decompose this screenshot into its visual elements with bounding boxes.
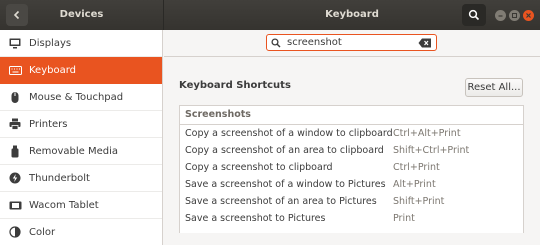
keyboard-icon [8,63,22,77]
sidebar-item-keyboard[interactable]: Keyboard [0,57,162,84]
sidebar-item-label: Wacom Tablet [29,199,99,211]
sidebar-item-mouse-touchpad[interactable]: Mouse & Touchpad [0,84,162,111]
sidebar-item-label: Removable Media [29,145,119,157]
thunderbolt-icon [8,171,22,185]
shortcut-row[interactable]: Copy a screenshot of an area to clipboar… [180,143,523,160]
mouse-icon [8,90,22,104]
sidebar-item-label: Mouse & Touchpad [29,91,124,103]
usb-drive-icon [8,144,22,158]
search-icon [271,37,285,48]
printer-icon [8,117,22,131]
shortcut-row[interactable]: Copy a screenshot to clipboard Ctrl+Prin… [180,160,523,177]
shortcuts-list: Screenshots Copy a screenshot of a windo… [179,105,524,233]
group-header-label: Screenshots [185,109,251,120]
shortcut-accelerator: Print [393,213,415,224]
search-input[interactable]: screenshot [266,34,437,51]
sidebar-item-label: Printers [29,118,68,130]
shortcut-accelerator: Shift+Ctrl+Print [393,145,470,156]
sidebar-item-displays[interactable]: Displays [0,30,162,57]
sidebar-item-label: Color [29,226,56,238]
shortcut-accelerator: Shift+Print [393,196,445,207]
sidebar-title: Devices [59,9,104,20]
sidebar-item-label: Keyboard [29,64,77,76]
section-title: Keyboard Shortcuts [179,80,291,91]
shortcut-action: Copy a screenshot of an area to clipboar… [185,145,384,156]
sidebar-item-thunderbolt[interactable]: Thunderbolt [0,165,162,192]
search-value: screenshot [287,37,342,48]
header-bar: Devices Keyboard [0,0,540,30]
display-icon [8,36,22,50]
sidebar-item-removable-media[interactable]: Removable Media [0,138,162,165]
search-toggle-button[interactable] [462,4,486,26]
maximize-icon [512,13,517,18]
shortcut-accelerator: Alt+Print [393,179,436,190]
shortcut-row[interactable]: Save a screenshot of an area to Pictures… [180,194,523,211]
sidebar: Displays Keyboard Mouse & Touchpad Print… [0,30,163,245]
sidebar-item-wacom-tablet[interactable]: Wacom Tablet [0,192,162,219]
shortcut-row[interactable]: Copy a screenshot of a window to clipboa… [180,126,523,143]
maximize-button[interactable] [509,10,520,21]
sidebar-item-printers[interactable]: Printers [0,111,162,138]
color-icon [8,225,22,239]
sidebar-item-label: Thunderbolt [29,172,90,184]
minimize-button[interactable] [495,10,506,21]
minimize-icon [498,15,503,17]
group-header: Screenshots [180,106,523,125]
close-icon [526,13,531,18]
shortcut-row[interactable]: Save a screenshot to Pictures Print [180,211,523,228]
reset-all-button[interactable]: Reset All... [465,78,523,97]
shortcut-action: Copy a screenshot to clipboard [185,162,333,173]
sidebar-item-color[interactable]: Color [0,219,162,245]
shortcut-action: Save a screenshot of an area to Pictures [185,196,377,207]
shortcut-action: Copy a screenshot of a window to clipboa… [185,128,393,139]
close-button[interactable] [523,10,534,21]
sidebar-item-label: Displays [29,37,72,49]
tablet-icon [8,198,22,212]
shortcut-row[interactable]: Save a screenshot of a window to Picture… [180,177,523,194]
clear-search-icon[interactable] [418,38,432,48]
search-bar-divider [164,56,540,57]
shortcut-accelerator: Ctrl+Print [393,162,440,173]
shortcut-action: Save a screenshot to Pictures [185,213,326,224]
main-content: screenshot Keyboard Shortcuts Reset All.… [164,30,540,245]
shortcut-action: Save a screenshot of a window to Picture… [185,179,386,190]
search-icon [468,9,480,21]
shortcut-accelerator: Ctrl+Alt+Print [393,128,461,139]
